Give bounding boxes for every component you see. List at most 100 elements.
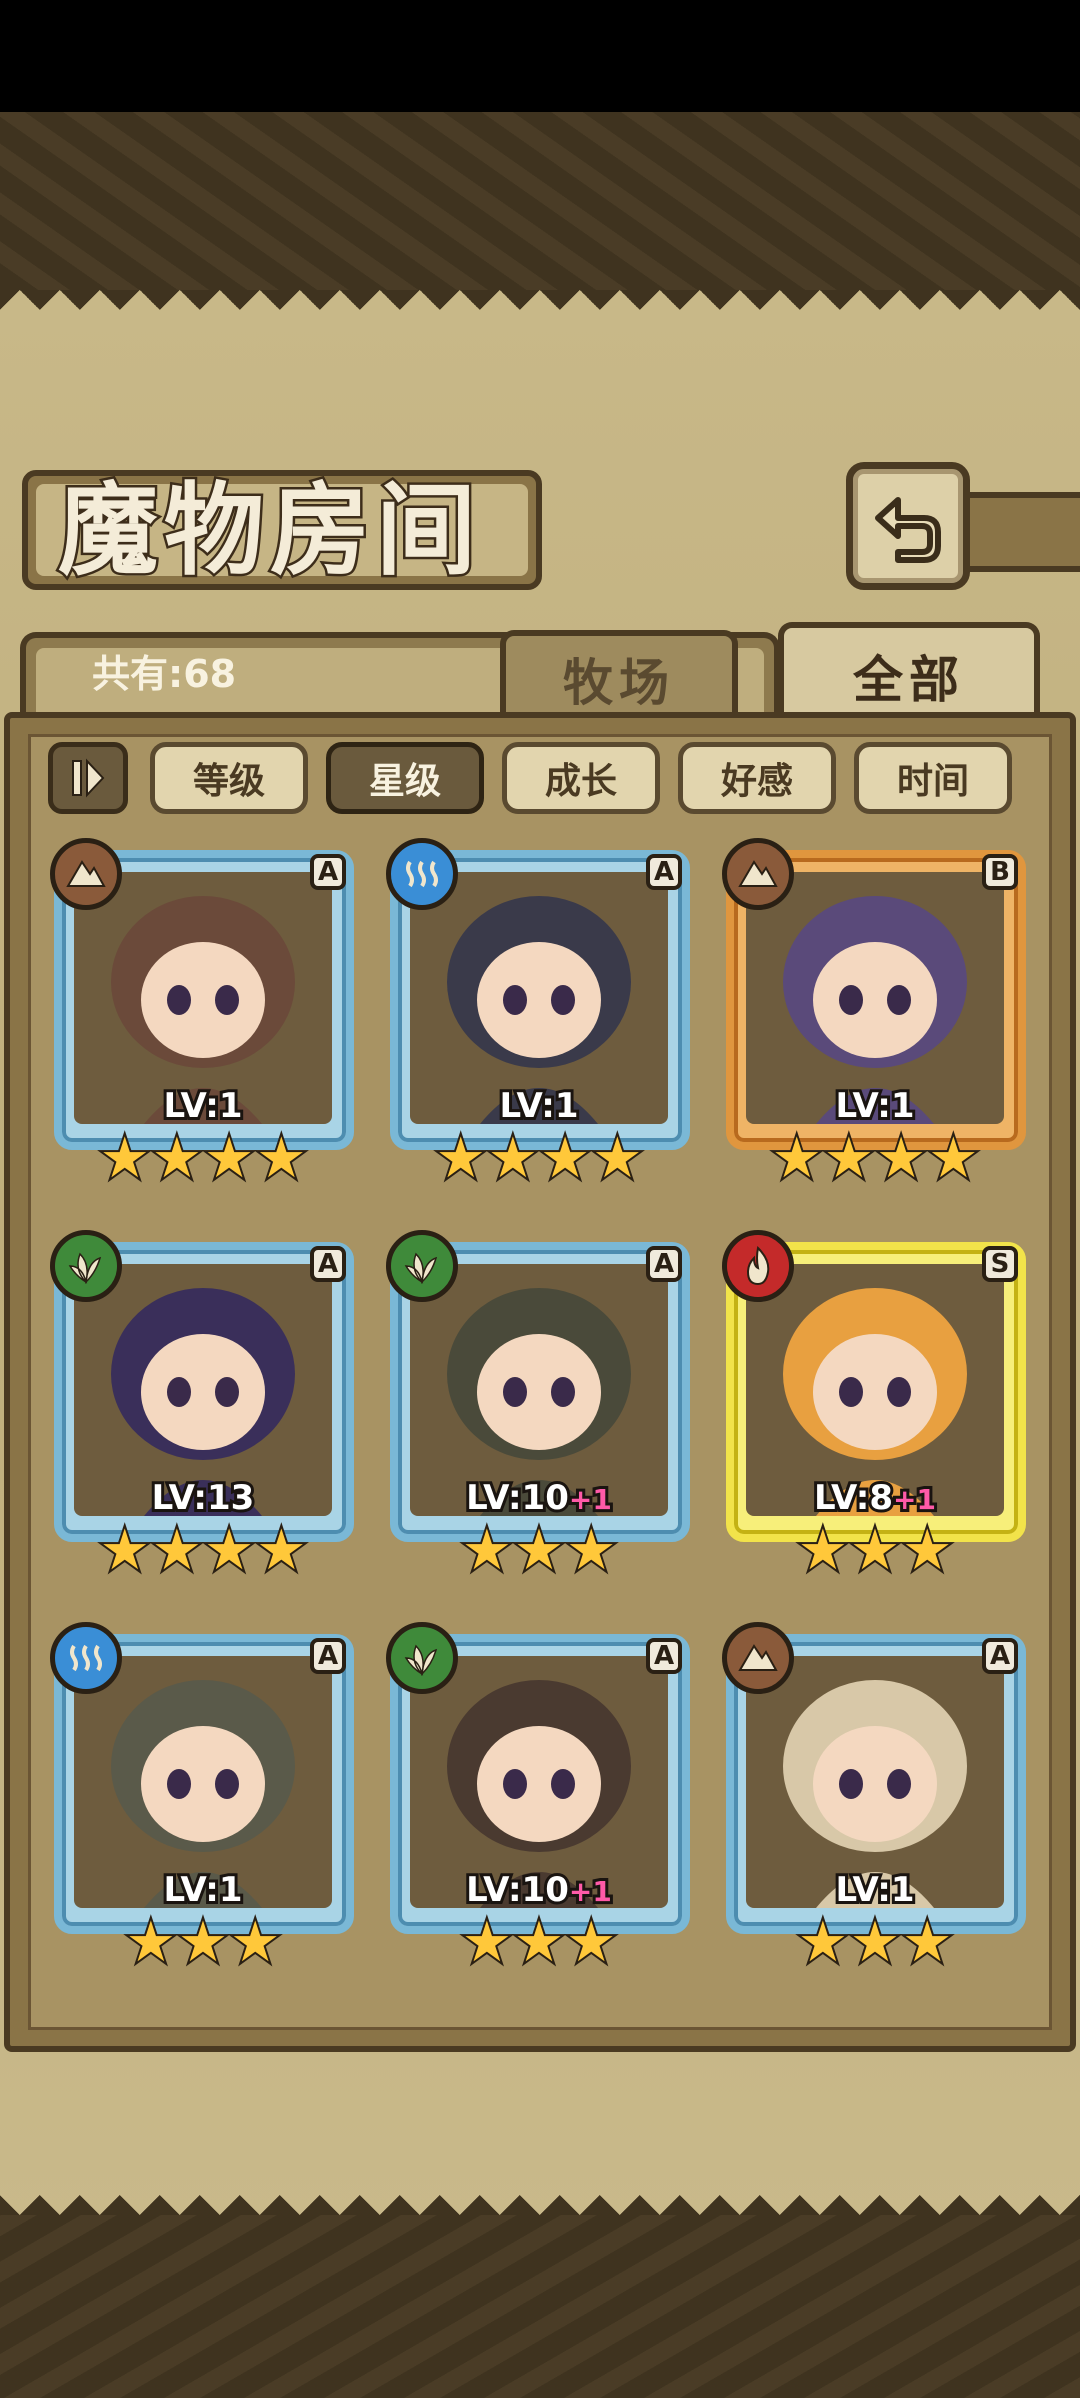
star-icon: ★ <box>512 1910 566 1976</box>
star-icon: ★ <box>150 1518 204 1584</box>
filter-level[interactable]: 等级 <box>150 742 308 814</box>
star-icon: ★ <box>900 1518 954 1584</box>
level-bonus: +1 <box>566 1872 615 1911</box>
star-icon: ★ <box>254 1126 308 1192</box>
level-value: LV:1 <box>160 1867 245 1913</box>
earth-icon <box>722 1622 794 1694</box>
level-label: LV:10+1 <box>410 1867 668 1913</box>
rank-tag: A <box>646 1246 682 1282</box>
sort-order-icon <box>72 758 105 798</box>
return-arrow-icon <box>875 497 941 563</box>
star-icon: ★ <box>460 1518 514 1584</box>
map-background-bottom <box>0 2215 1080 2398</box>
star-icon: ★ <box>124 1910 178 1976</box>
level-label: LV:1 <box>746 1083 1004 1129</box>
level-label: LV:10+1 <box>410 1475 668 1521</box>
earth-icon <box>722 838 794 910</box>
star-icon: ★ <box>486 1126 540 1192</box>
back-button-rail <box>970 492 1080 572</box>
star-rating: ★ ★ ★ ★ <box>420 1126 658 1194</box>
level-value: LV:10 <box>463 1475 572 1521</box>
level-value: LV:1 <box>160 1083 245 1129</box>
rank-tag: A <box>646 1638 682 1674</box>
star-icon: ★ <box>254 1518 308 1584</box>
star-icon: ★ <box>874 1126 928 1192</box>
tab-all[interactable]: 全部 <box>778 622 1040 724</box>
earth-icon <box>50 838 122 910</box>
star-rating: ★ ★ ★ ★ <box>756 1126 994 1194</box>
monster-card[interactable]: A LV:13 ★ ★ ★ ★ <box>44 1228 360 1584</box>
star-icon: ★ <box>98 1518 152 1584</box>
status-bar <box>0 0 1080 112</box>
star-icon: ★ <box>538 1126 592 1192</box>
monster-card[interactable]: A LV:1 ★ ★ ★ <box>716 1620 1032 1976</box>
filter-growth[interactable]: 成长 <box>502 742 660 814</box>
map-background-top <box>0 112 1080 312</box>
star-icon: ★ <box>98 1126 152 1192</box>
page-title: 魔物房间 <box>56 469 482 592</box>
monster-card[interactable]: B LV:1 ★ ★ ★ ★ <box>716 836 1032 1192</box>
rank-tag: S <box>982 1246 1018 1282</box>
rank-tag: A <box>982 1638 1018 1674</box>
level-value: LV:1 <box>832 1867 917 1913</box>
star-icon: ★ <box>796 1518 850 1584</box>
rank-tag: A <box>310 1246 346 1282</box>
back-button[interactable] <box>846 462 970 590</box>
star-rating: ★ ★ ★ <box>420 1518 658 1586</box>
filter-affection[interactable]: 好感 <box>678 742 836 814</box>
filter-stars[interactable]: 星级 <box>326 742 484 814</box>
torn-edge-top <box>0 290 1080 330</box>
star-icon: ★ <box>228 1910 282 1976</box>
rank-tag: A <box>310 1638 346 1674</box>
level-value: LV:8 <box>811 1475 896 1521</box>
level-label: LV:8+1 <box>746 1475 1004 1521</box>
grass-icon <box>50 1230 122 1302</box>
monster-card[interactable]: A LV:10+1 ★ ★ ★ <box>380 1228 696 1584</box>
star-icon: ★ <box>202 1126 256 1192</box>
star-icon: ★ <box>796 1910 850 1976</box>
sort-order-toggle[interactable] <box>48 742 128 814</box>
star-icon: ★ <box>434 1126 488 1192</box>
monster-card[interactable]: A LV:10+1 ★ ★ ★ <box>380 1620 696 1976</box>
star-rating: ★ ★ ★ <box>84 1910 322 1978</box>
monster-card[interactable]: A LV:1 ★ ★ ★ ★ <box>44 836 360 1192</box>
level-value: LV:10 <box>463 1867 572 1913</box>
level-value: LV:1 <box>832 1083 917 1129</box>
level-label: LV:1 <box>74 1083 332 1129</box>
star-rating: ★ ★ ★ <box>756 1910 994 1978</box>
star-icon: ★ <box>460 1910 514 1976</box>
filter-time[interactable]: 时间 <box>854 742 1012 814</box>
star-icon: ★ <box>822 1126 876 1192</box>
grass-icon <box>386 1622 458 1694</box>
star-rating: ★ ★ ★ ★ <box>84 1126 322 1194</box>
star-icon: ★ <box>202 1518 256 1584</box>
rank-tag: A <box>646 854 682 890</box>
star-icon: ★ <box>770 1126 824 1192</box>
torn-edge-bottom <box>0 2175 1080 2215</box>
star-icon: ★ <box>848 1518 902 1584</box>
star-rating: ★ ★ ★ <box>420 1910 658 1978</box>
star-icon: ★ <box>564 1910 618 1976</box>
grass-icon <box>386 1230 458 1302</box>
level-label: LV:1 <box>746 1867 1004 1913</box>
level-label: LV:13 <box>74 1475 332 1521</box>
star-icon: ★ <box>564 1518 618 1584</box>
star-icon: ★ <box>926 1126 980 1192</box>
water-icon <box>386 838 458 910</box>
rank-tag: A <box>310 854 346 890</box>
star-icon: ★ <box>150 1126 204 1192</box>
level-label: LV:1 <box>74 1867 332 1913</box>
level-bonus: +1 <box>566 1480 615 1519</box>
level-value: LV:1 <box>496 1083 581 1129</box>
water-icon <box>50 1622 122 1694</box>
star-icon: ★ <box>512 1518 566 1584</box>
fire-icon <box>722 1230 794 1302</box>
monster-card[interactable]: A LV:1 ★ ★ ★ ★ <box>380 836 696 1192</box>
level-label: LV:1 <box>410 1083 668 1129</box>
tab-ranch[interactable]: 牧场 <box>500 630 738 722</box>
monster-card[interactable]: S LV:8+1 ★ ★ ★ <box>716 1228 1032 1584</box>
star-icon: ★ <box>176 1910 230 1976</box>
monster-card[interactable]: A LV:1 ★ ★ ★ <box>44 1620 360 1976</box>
level-bonus: +1 <box>890 1480 939 1519</box>
star-icon: ★ <box>590 1126 644 1192</box>
